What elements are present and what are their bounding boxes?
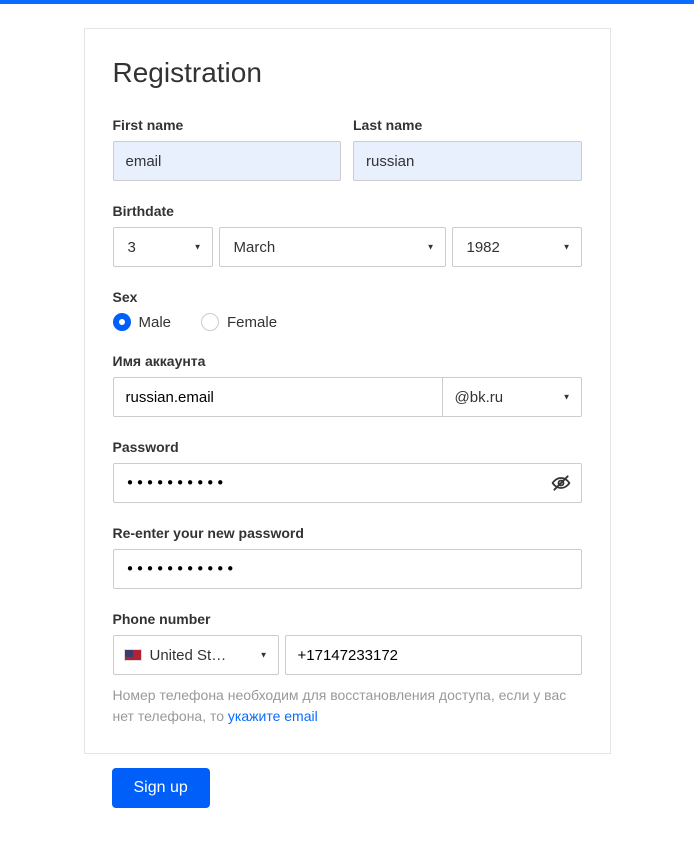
phone-country-select[interactable]: United St… ▼ [113,635,279,675]
email-domain-value: @bk.ru [455,389,504,406]
password2-label: Re-enter your new password [113,525,582,541]
password-label: Password [113,439,582,455]
phone-country-value: United St… [150,647,250,664]
account-label: Имя аккаунта [113,353,582,369]
birth-year-select[interactable]: 1982 ▼ [452,227,582,267]
specify-email-link[interactable]: укажите email [228,708,318,724]
birth-day-select[interactable]: 3 ▼ [113,227,213,267]
chevron-down-icon: ▼ [427,243,435,252]
birth-year-value: 1982 [467,239,500,256]
radio-checked-icon [113,313,131,331]
sex-label: Sex [113,289,582,305]
phone-hint-text: Номер телефона необходим для восстановле… [113,687,567,724]
sign-up-button[interactable]: Sign up [112,768,210,808]
birth-day-value: 3 [128,239,136,256]
chevron-down-icon: ▼ [194,243,202,252]
chevron-down-icon: ▼ [260,651,268,660]
last-name-label: Last name [353,117,582,133]
page-title: Registration [113,57,582,89]
radio-male[interactable]: Male [113,313,172,331]
birth-month-value: March [234,239,276,256]
radio-female[interactable]: Female [201,313,277,331]
password-confirm-input[interactable] [113,549,582,589]
birth-month-select[interactable]: March ▼ [219,227,446,267]
account-name-input[interactable] [113,377,442,417]
eye-off-icon[interactable] [550,472,572,494]
birthdate-label: Birthdate [113,203,582,219]
first-name-input[interactable] [113,141,342,181]
password-input[interactable] [113,463,582,503]
registration-card: Registration First name Last name Birthd… [84,28,611,754]
email-domain-select[interactable]: @bk.ru ▼ [442,377,582,417]
radio-unchecked-icon [201,313,219,331]
chevron-down-icon: ▼ [563,243,571,252]
last-name-input[interactable] [353,141,582,181]
top-accent-bar [0,0,694,4]
male-label: Male [139,314,172,331]
female-label: Female [227,314,277,331]
us-flag-icon [124,649,142,661]
first-name-label: First name [113,117,342,133]
phone-number-input[interactable] [285,635,582,675]
chevron-down-icon: ▼ [563,393,571,402]
phone-label: Phone number [113,611,582,627]
phone-hint: Номер телефона необходим для восстановле… [113,685,582,727]
